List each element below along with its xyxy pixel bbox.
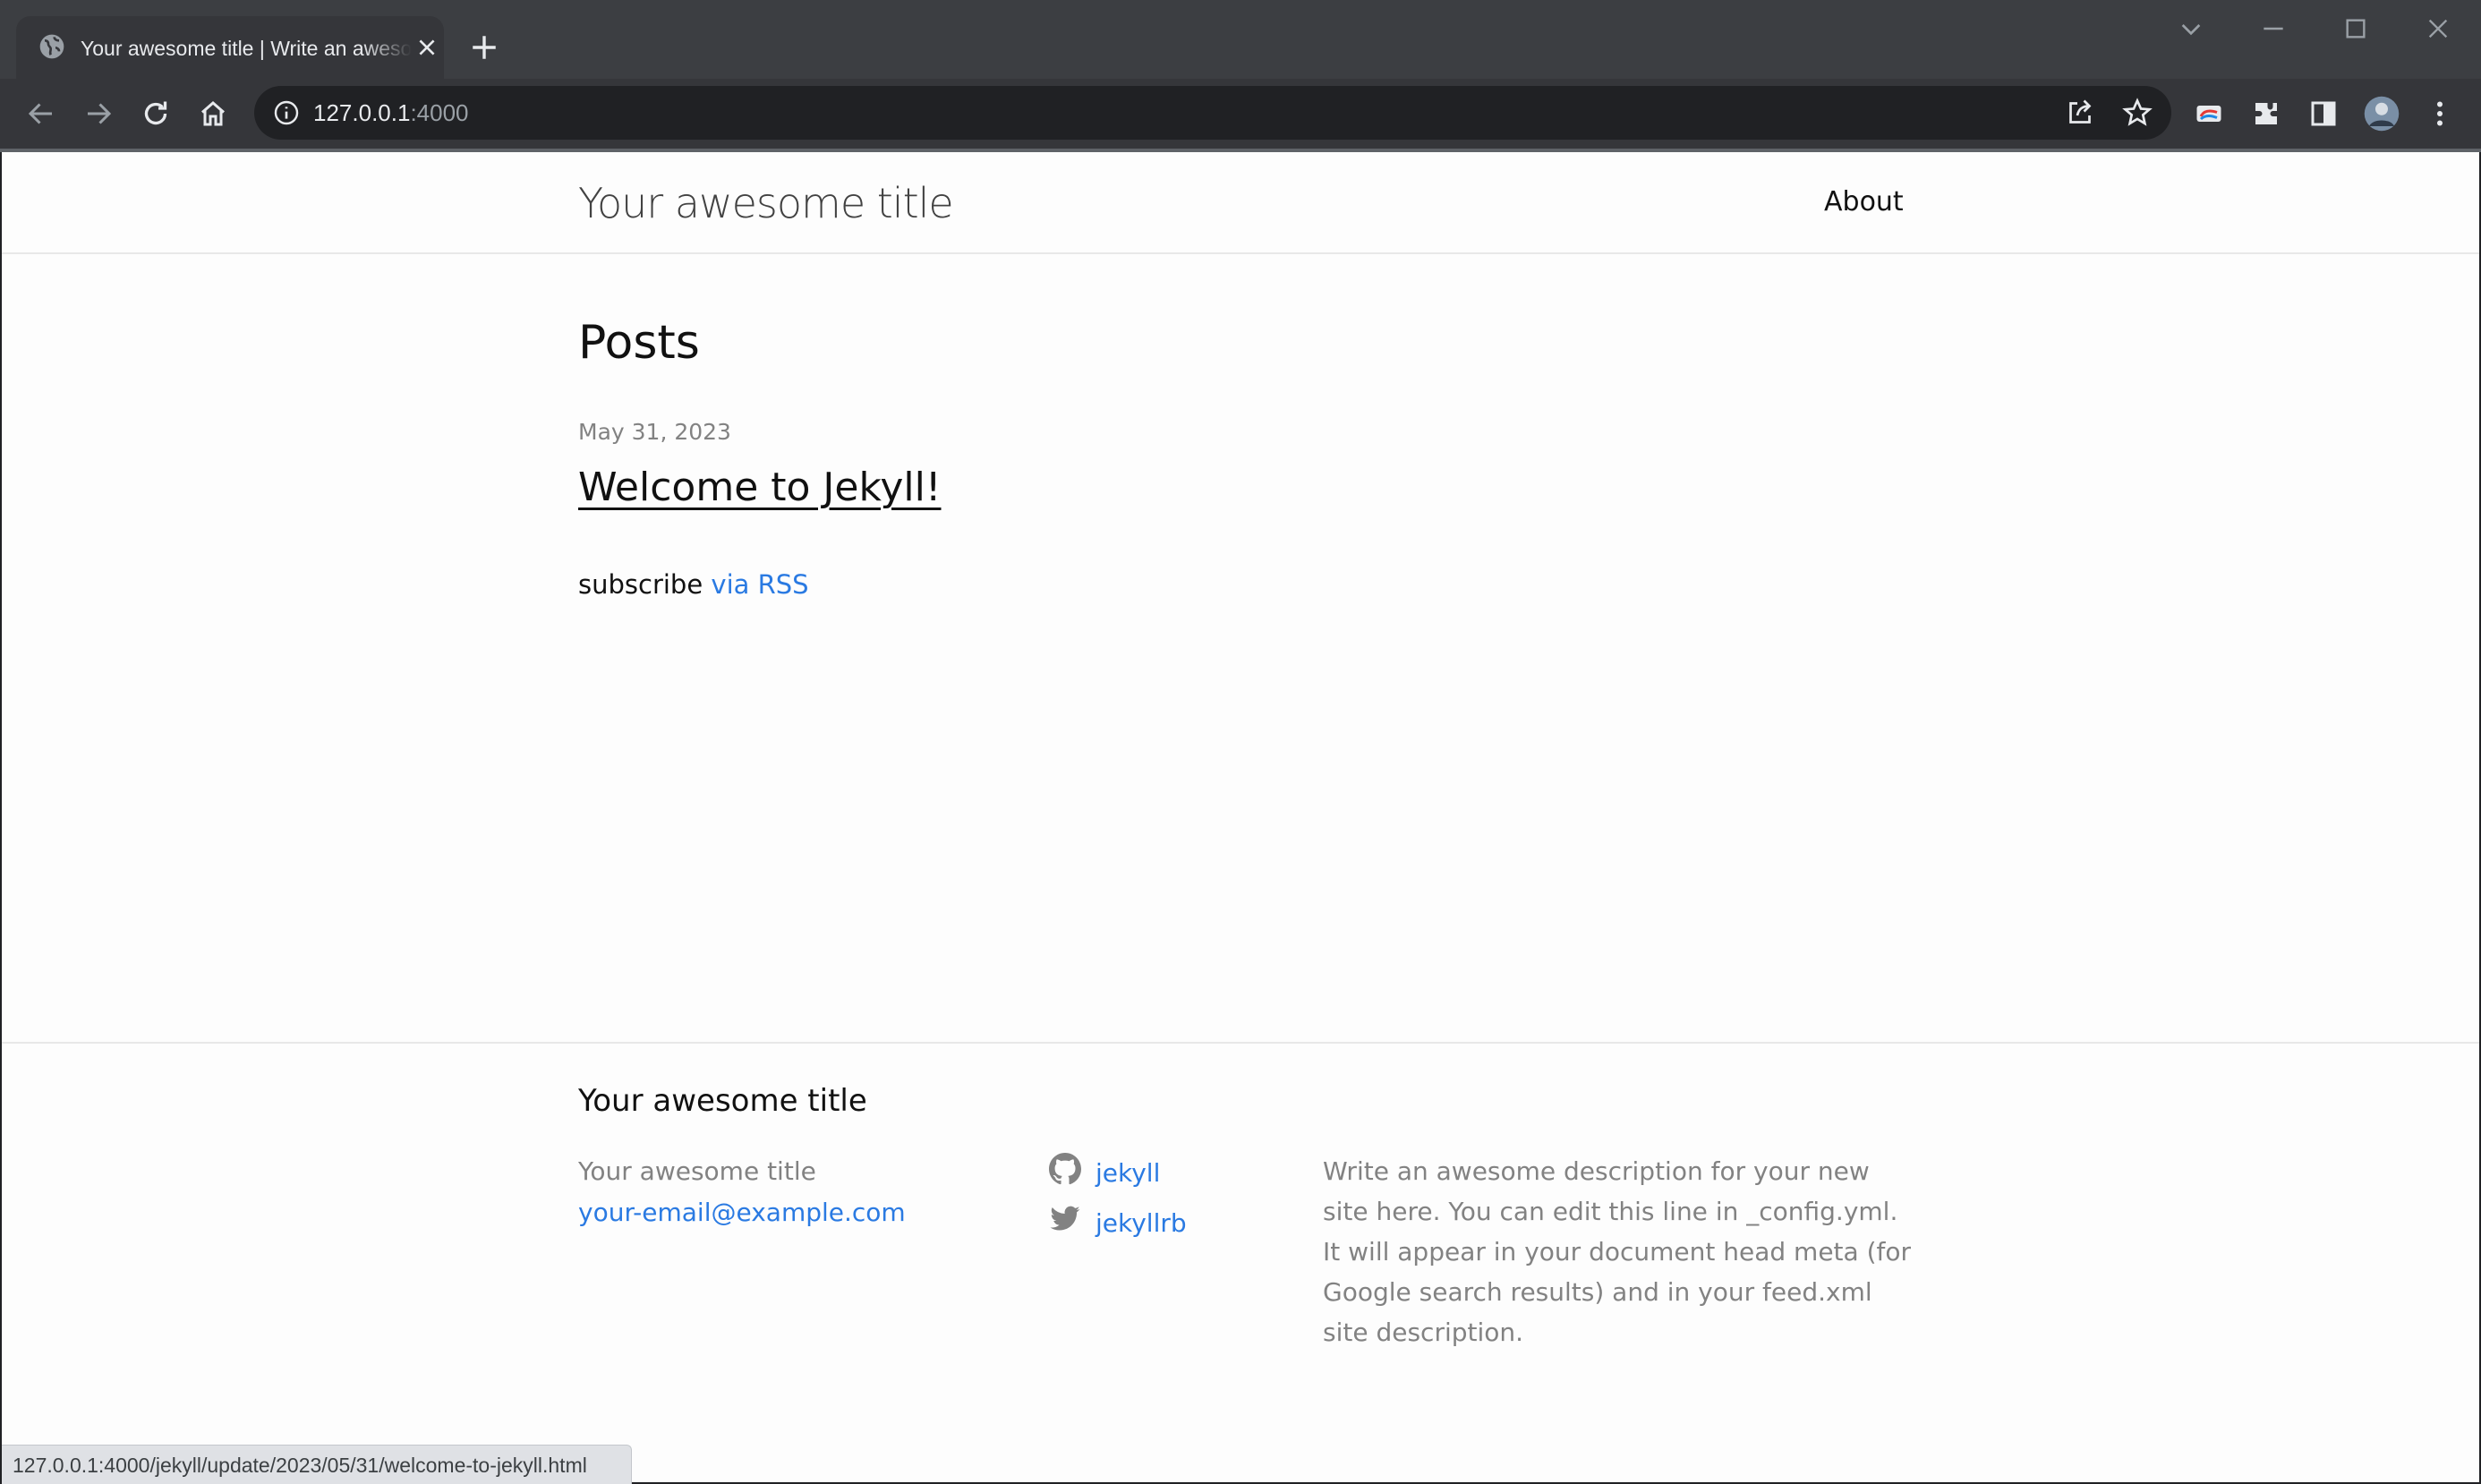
profile-avatar[interactable] <box>2363 95 2400 132</box>
social-item-twitter: jekyllrb <box>1049 1198 1282 1248</box>
side-panel-icon[interactable] <box>2307 98 2340 130</box>
bookmark-star-icon[interactable] <box>2121 97 2153 129</box>
maximize-icon[interactable] <box>2341 14 2370 43</box>
subscribe-line: subscribe via RSS <box>578 564 809 605</box>
twitter-link[interactable]: jekyllrb <box>1096 1203 1187 1244</box>
github-link[interactable]: jekyll <box>1096 1153 1160 1194</box>
twitter-icon <box>1050 1206 1080 1231</box>
footer-heading: Your awesome title <box>578 1083 867 1119</box>
post-title-link[interactable]: Welcome to Jekyll! <box>578 456 942 519</box>
cast-extension-icon[interactable] <box>2193 98 2225 130</box>
new-tab-icon[interactable] <box>469 32 499 63</box>
page-viewport: Your awesome title About Posts May 31, 2… <box>2 152 2479 1482</box>
posts-heading: Posts <box>578 316 700 370</box>
site-info-icon[interactable] <box>272 98 301 127</box>
browser-toolbar: 127.0.0.1:4000 <box>0 79 2481 149</box>
rss-link[interactable]: via RSS <box>711 569 808 600</box>
status-bar-url: 127.0.0.1:4000/jekyll/update/2023/05/31/… <box>2 1445 632 1484</box>
extensions-puzzle-icon[interactable] <box>2250 98 2282 130</box>
url-host: 127.0.0.1 <box>313 99 411 126</box>
site-footer: Your awesome title Your awesome title yo… <box>2 1042 2479 1482</box>
url-port: :4000 <box>410 99 469 126</box>
minimize-icon[interactable] <box>2259 14 2288 43</box>
tab-title: Your awesome title | Write an awesome de… <box>81 37 412 60</box>
share-icon[interactable] <box>2064 97 2096 129</box>
browser-tab-strip: Your awesome title | Write an awesome de… <box>0 0 2481 79</box>
back-icon[interactable] <box>25 98 57 130</box>
browser-tab-active[interactable]: Your awesome title | Write an awesome de… <box>16 16 444 79</box>
close-icon[interactable] <box>415 36 439 59</box>
site-description: Write an awesome description for your ne… <box>1323 1156 1912 1347</box>
address-bar[interactable]: 127.0.0.1:4000 <box>254 86 2171 140</box>
forward-icon[interactable] <box>82 98 115 130</box>
site-header: Your awesome title About <box>2 152 2479 254</box>
menu-kebab-icon[interactable] <box>2424 98 2456 130</box>
subscribe-text: subscribe <box>578 569 703 600</box>
footer-social-list: jekyll jekyllrb <box>1049 1147 1282 1248</box>
home-icon[interactable] <box>197 98 229 130</box>
footer-contact: Your awesome title your-email@example.co… <box>578 1151 1026 1233</box>
nav-link-about[interactable]: About <box>1824 183 1904 222</box>
footer-site-name: Your awesome title <box>578 1156 816 1186</box>
social-item-github: jekyll <box>1049 1147 1282 1198</box>
site-title-link[interactable]: Your awesome title <box>578 174 954 233</box>
github-icon <box>1049 1153 1081 1185</box>
tab-search-icon[interactable] <box>2177 14 2205 43</box>
post-date: May 31, 2023 <box>578 419 731 445</box>
url-text[interactable]: 127.0.0.1:4000 <box>313 98 469 127</box>
globe-icon <box>39 34 64 59</box>
reload-icon[interactable] <box>140 98 172 130</box>
window-close-icon[interactable] <box>2424 14 2452 43</box>
footer-email-link[interactable]: your-email@example.com <box>578 1192 1026 1233</box>
